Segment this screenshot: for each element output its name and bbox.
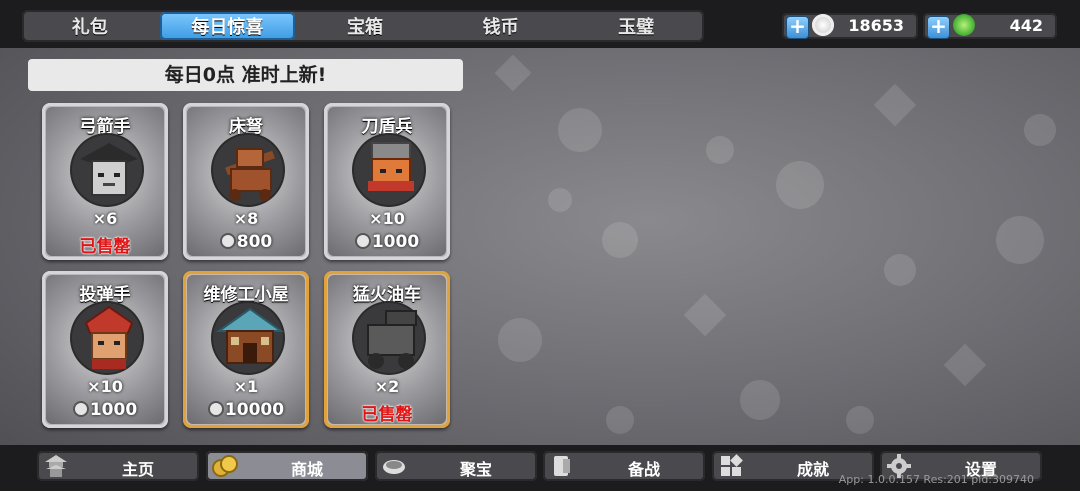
price-value: 1000 — [371, 232, 420, 252]
sold-out-label: 已售罄 — [79, 237, 131, 256]
treasure-bowl-icon — [383, 460, 405, 474]
nav-shop[interactable]: 商城 — [206, 451, 368, 481]
shield-soldier-icon — [368, 142, 414, 192]
silver-currency: + 18653 — [782, 13, 918, 39]
nav-label: 聚宝 — [459, 460, 492, 479]
nav-label: 主页 — [121, 460, 154, 479]
price-value: 1000 — [89, 400, 138, 420]
shop-item-fire-oil-cart[interactable]: 猛火油车 ×2 已售罄 — [324, 271, 450, 428]
price-value: 800 — [236, 232, 273, 252]
fire-oil-cart-icon — [367, 310, 417, 369]
item-quantity: ×2 — [374, 377, 400, 396]
item-quantity: ×8 — [233, 209, 259, 228]
item-price: 1000 — [46, 400, 164, 420]
nav-home[interactable]: 主页 — [37, 451, 199, 481]
tab-gift-pack[interactable]: 礼包 — [22, 10, 158, 42]
grid-icon — [721, 454, 743, 476]
daily-refresh-banner: 每日0点 准时上新! — [28, 59, 463, 91]
silver-coin-icon — [207, 401, 224, 417]
nav-prepare[interactable]: 备战 — [543, 451, 705, 481]
tab-jade[interactable]: 玉璧 — [568, 10, 704, 42]
tab-chest[interactable]: 宝箱 — [297, 10, 433, 42]
sold-out-label: 已售罄 — [361, 405, 413, 424]
shop-item-archer[interactable]: 弓箭手 ×6 已售罄 — [42, 103, 168, 260]
add-jade-button[interactable]: + — [927, 16, 950, 39]
bomber-icon — [84, 305, 134, 369]
silver-coin-icon — [219, 233, 236, 249]
nav-treasure[interactable]: 聚宝 — [375, 451, 537, 481]
jade-currency: + 442 — [923, 13, 1057, 39]
silver-coin-icon — [812, 14, 834, 36]
crossbow-icon — [225, 148, 275, 201]
add-silver-button[interactable]: + — [786, 16, 809, 39]
silver-coin-icon — [354, 233, 371, 249]
tab-coins[interactable]: 钱币 — [433, 10, 569, 42]
item-price: 1000 — [328, 232, 446, 252]
item-quantity: ×10 — [87, 377, 123, 396]
silver-coin-icon — [72, 401, 89, 417]
silver-amount: 18653 — [848, 16, 904, 35]
item-quantity: ×6 — [92, 209, 118, 228]
item-price: 10000 — [187, 400, 305, 420]
archer-icon — [80, 143, 138, 196]
nav-label: 备战 — [627, 460, 660, 479]
item-price: 800 — [187, 232, 305, 252]
shop-item-repair-hut[interactable]: 维修工小屋 ×1 10000 — [183, 271, 309, 428]
shop-item-bomber[interactable]: 投弹手 ×10 1000 — [42, 271, 168, 428]
jade-icon — [953, 14, 975, 36]
debug-info: App: 1.0.0.157 Res:201 pid:309740 — [838, 473, 1034, 486]
scroll-icon — [554, 456, 570, 476]
tab-daily-surprise[interactable]: 每日惊喜 — [159, 12, 296, 40]
pagoda-icon — [45, 455, 67, 477]
price-value: 10000 — [224, 400, 285, 420]
item-quantity: ×10 — [369, 209, 405, 228]
shop-tabs: 礼包 每日惊喜 宝箱 钱币 玉璧 — [22, 10, 704, 42]
nav-label: 商城 — [290, 460, 323, 479]
coins-icon — [212, 455, 238, 477]
repair-hut-icon — [215, 307, 285, 364]
shop-item-crossbow[interactable]: 床弩 ×8 800 — [183, 103, 309, 260]
item-quantity: ×1 — [233, 377, 259, 396]
shop-item-shield-soldier[interactable]: 刀盾兵 ×10 1000 — [324, 103, 450, 260]
jade-amount: 442 — [1009, 16, 1043, 35]
